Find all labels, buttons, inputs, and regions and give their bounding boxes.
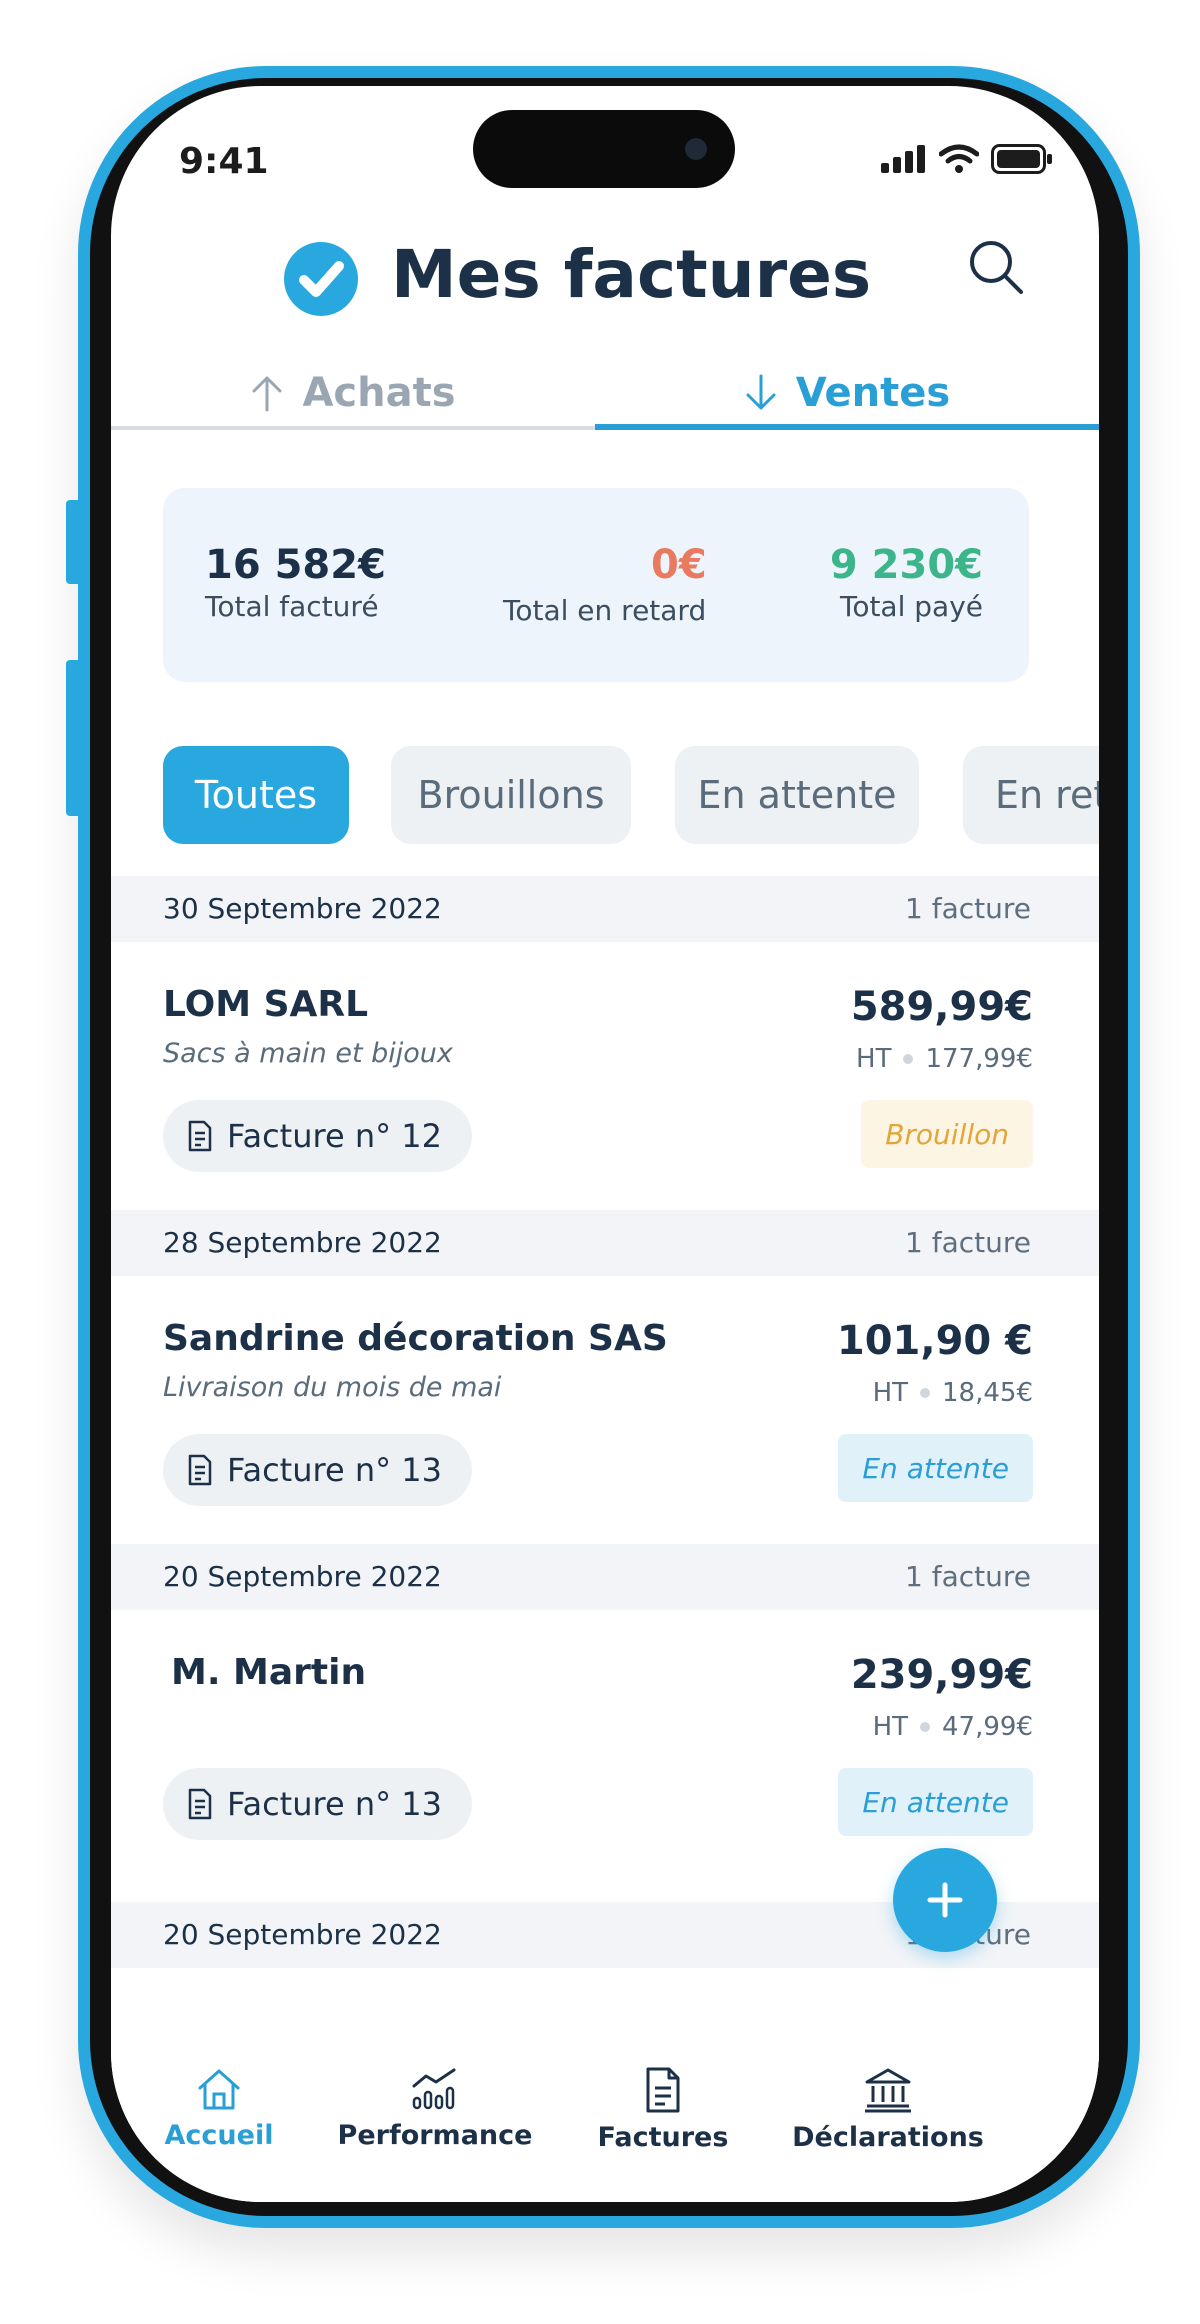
separator-dot: [920, 1388, 931, 1398]
invoice-row[interactable]: M. Martin 239,99€ HT 47,99€ Facture n° 1…: [111, 1610, 1099, 1878]
total-late-value: 0€: [651, 542, 707, 588]
nav-performance-label: Performance: [337, 2120, 533, 2151]
summary-card: 16 582€ Total facturé 0€ Total en retard…: [163, 488, 1029, 682]
filter-en-retard[interactable]: En retard: [963, 746, 1099, 844]
side-button-volume: [66, 660, 80, 816]
invoice-number: Facture n° 12: [227, 1117, 442, 1155]
status-badge: En attente: [838, 1768, 1033, 1836]
status-icons: [881, 144, 1053, 174]
bottom-nav: Accueil Performance Factures Déclaration…: [111, 2048, 1099, 2202]
date-group-header: 28 Septembre 2022 1 facture: [111, 1210, 1099, 1276]
document-icon: [646, 2067, 680, 2113]
chart-icon: [412, 2068, 456, 2110]
app-header: Mes factures: [111, 226, 1099, 326]
battery-icon: [991, 144, 1052, 174]
total-invoiced-value: 16 582€: [205, 542, 386, 588]
client-name: LOM SARL: [163, 984, 369, 1025]
bank-icon: [865, 2068, 911, 2113]
camera-icon: [685, 138, 707, 160]
ht-label: HT: [872, 1378, 909, 1408]
tab-achats-label: Achats: [302, 370, 456, 416]
group-count: 1 facture: [905, 892, 1031, 925]
total-invoiced-label: Total facturé: [205, 590, 379, 623]
group-count: 1 facture: [905, 1560, 1031, 1593]
tab-underline-inactive: [111, 426, 595, 430]
status-badge: Brouillon: [861, 1100, 1033, 1168]
invoice-description: Livraison du mois de mai: [163, 1372, 502, 1403]
nav-accueil[interactable]: Accueil: [111, 2066, 329, 2166]
date-group-header: 20 Septembre 2022 1 facture: [111, 1544, 1099, 1610]
total-late-label: Total en retard: [503, 594, 707, 627]
arrow-up-icon: [252, 376, 282, 412]
nav-factures-label: Factures: [597, 2122, 729, 2153]
filter-en-attente[interactable]: En attente: [675, 746, 919, 844]
invoice-amount: 589,99€: [850, 984, 1033, 1030]
wifi-icon: [939, 144, 979, 173]
status-time: 9:41: [179, 141, 269, 182]
ht-value: 47,99€: [942, 1712, 1033, 1742]
filter-toutes[interactable]: Toutes: [163, 746, 349, 844]
dynamic-island: [473, 110, 735, 188]
total-paid-label: Total payé: [839, 590, 983, 623]
nav-performance[interactable]: Performance: [325, 2066, 545, 2166]
group-date: 20 Septembre 2022: [163, 1918, 442, 1951]
side-button-mute: [66, 500, 80, 584]
check-logo-icon: [284, 242, 358, 316]
nav-accueil-label: Accueil: [164, 2120, 274, 2151]
ht-value: 18,45€: [942, 1378, 1033, 1408]
total-paid-value: 9 230€: [829, 542, 983, 588]
client-name: Sandrine décoration SAS: [163, 1318, 668, 1359]
ht-value: 177,99€: [925, 1044, 1033, 1074]
document-icon: [188, 1120, 212, 1152]
arrow-down-icon: [746, 374, 776, 410]
invoice-number-badge: Facture n° 13: [163, 1768, 472, 1840]
ht-amount: HT 177,99€: [856, 1044, 1033, 1074]
tab-ventes-label: Ventes: [795, 370, 951, 416]
invoice-number-badge: Facture n° 13: [163, 1434, 472, 1506]
nav-factures[interactable]: Factures: [553, 2066, 773, 2166]
invoice-row-cut-off: [111, 2008, 1099, 2048]
nav-declarations[interactable]: Déclarations: [778, 2066, 998, 2166]
nav-declarations-label: Déclarations: [792, 2122, 984, 2153]
status-badge: En attente: [838, 1434, 1033, 1502]
tab-underline-active: [595, 424, 1099, 430]
invoice-row[interactable]: Sandrine décoration SAS Livraison du moi…: [111, 1276, 1099, 1544]
group-count: 1 facture: [905, 1226, 1031, 1259]
filter-brouillons[interactable]: Brouillons: [391, 746, 631, 844]
invoice-row[interactable]: LOM SARL Sacs à main et bijoux 589,99€ H…: [111, 942, 1099, 1210]
date-group-header: 30 Septembre 2022 1 facture: [111, 876, 1099, 942]
group-date: 28 Septembre 2022: [163, 1226, 442, 1259]
status-filters: Toutes Brouillons En attente En retard: [163, 746, 1099, 846]
home-icon: [198, 2069, 240, 2110]
group-date: 30 Septembre 2022: [163, 892, 442, 925]
invoice-amount: 239,99€: [850, 1652, 1033, 1698]
invoice-number-badge: Facture n° 12: [163, 1100, 472, 1172]
document-icon: [188, 1454, 212, 1486]
add-invoice-button[interactable]: [893, 1848, 997, 1952]
group-date: 20 Septembre 2022: [163, 1560, 442, 1593]
document-icon: [188, 1788, 212, 1820]
invoice-amount: 101,90 €: [836, 1318, 1033, 1364]
screen: 9:41 Mes factures Achats Ventes 16 582€ …: [111, 86, 1099, 2202]
invoice-description: Sacs à main et bijoux: [163, 1038, 453, 1069]
invoice-number: Facture n° 13: [227, 1785, 442, 1823]
separator-dot: [920, 1722, 931, 1732]
status-bar: 9:41: [111, 86, 1099, 196]
separator-dot: [903, 1054, 914, 1064]
ht-label: HT: [872, 1712, 909, 1742]
client-name: M. Martin: [171, 1652, 367, 1693]
plus-icon: [927, 1882, 963, 1918]
invoice-number: Facture n° 13: [227, 1451, 442, 1489]
ht-amount: HT 47,99€: [873, 1712, 1033, 1742]
page-title: Mes factures: [391, 236, 872, 313]
ht-label: HT: [856, 1044, 892, 1074]
ht-amount: HT 18,45€: [873, 1378, 1033, 1408]
tab-achats[interactable]: Achats: [111, 348, 595, 438]
signal-icon: [881, 145, 925, 173]
search-icon[interactable]: [965, 236, 1027, 298]
